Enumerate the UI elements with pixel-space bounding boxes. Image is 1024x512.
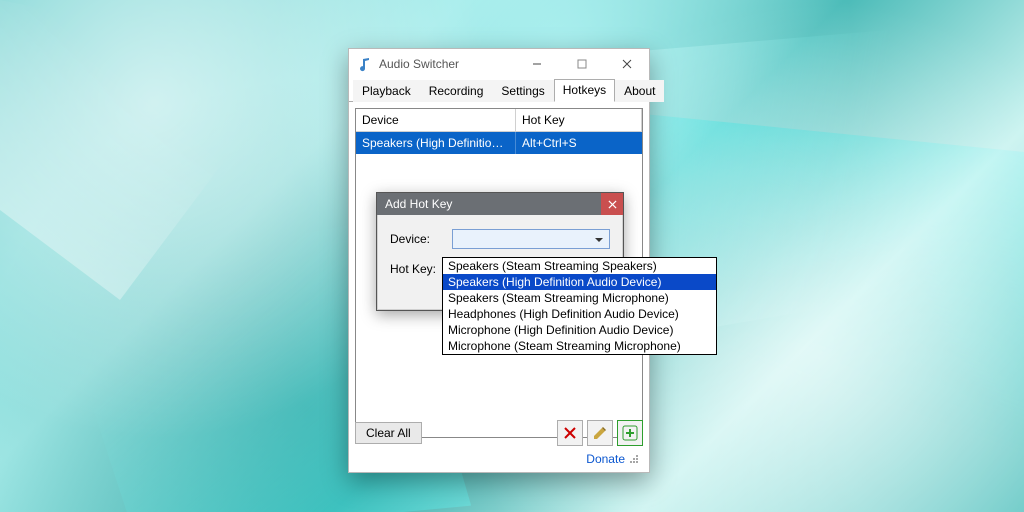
titlebar[interactable]: Audio Switcher xyxy=(349,49,649,79)
cell-device: Speakers (High Definition A... xyxy=(356,132,516,154)
dropdown-option[interactable]: Speakers (Steam Streaming Microphone) xyxy=(443,290,716,306)
dropdown-option[interactable]: Headphones (High Definition Audio Device… xyxy=(443,306,716,322)
tab-strip: Playback Recording Settings Hotkeys Abou… xyxy=(349,79,649,102)
cell-hotkey: Alt+Ctrl+S xyxy=(516,132,642,154)
dropdown-option[interactable]: Speakers (High Definition Audio Device) xyxy=(443,274,716,290)
clear-all-button[interactable]: Clear All xyxy=(355,422,422,444)
tab-hotkeys[interactable]: Hotkeys xyxy=(554,79,615,102)
maximize-button[interactable] xyxy=(559,49,604,79)
edit-hotkey-button[interactable] xyxy=(587,420,613,446)
column-header-device[interactable]: Device xyxy=(356,109,516,132)
desktop-wallpaper: Audio Switcher Playback Recording Settin… xyxy=(0,0,1024,512)
minimize-button[interactable] xyxy=(514,49,559,79)
delete-hotkey-button[interactable] xyxy=(557,420,583,446)
chevron-down-icon xyxy=(591,232,607,248)
column-header-hotkey[interactable]: Hot Key xyxy=(516,109,642,132)
resize-grip[interactable] xyxy=(629,454,639,464)
device-combobox[interactable] xyxy=(452,229,610,249)
dropdown-option[interactable]: Speakers (Steam Streaming Speakers) xyxy=(443,258,716,274)
tab-about[interactable]: About xyxy=(615,80,664,102)
tab-recording[interactable]: Recording xyxy=(420,80,493,102)
donate-link[interactable]: Donate xyxy=(586,452,625,466)
dropdown-option[interactable]: Microphone (Steam Streaming Microphone) xyxy=(443,338,716,354)
tab-playback[interactable]: Playback xyxy=(353,80,420,102)
table-row[interactable]: Speakers (High Definition A... Alt+Ctrl+… xyxy=(356,132,642,154)
app-title: Audio Switcher xyxy=(379,57,459,71)
dropdown-option[interactable]: Microphone (High Definition Audio Device… xyxy=(443,322,716,338)
dialog-titlebar[interactable]: Add Hot Key xyxy=(377,193,623,215)
device-label: Device: xyxy=(390,232,444,246)
app-icon xyxy=(357,56,373,72)
close-button[interactable] xyxy=(604,49,649,79)
hotkey-label: Hot Key: xyxy=(390,262,444,276)
dialog-close-button[interactable] xyxy=(601,193,623,215)
dialog-title: Add Hot Key xyxy=(385,197,452,211)
add-hotkey-button[interactable] xyxy=(617,420,643,446)
device-dropdown-list[interactable]: Speakers (Steam Streaming Speakers) Spea… xyxy=(442,257,717,355)
tab-settings[interactable]: Settings xyxy=(492,80,553,102)
